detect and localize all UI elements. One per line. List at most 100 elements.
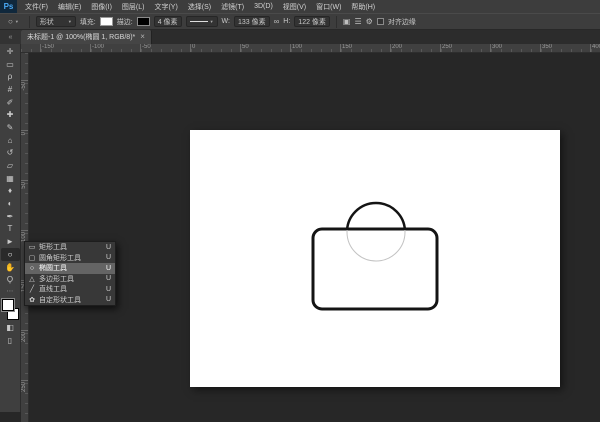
tool-preset-picker[interactable]: ○ ▼ — [4, 16, 23, 27]
clone-stamp-tool[interactable]: ⌂ — [1, 134, 20, 147]
type-tool[interactable]: T — [1, 223, 20, 236]
ruler-number: 50 — [21, 180, 28, 230]
flyout-item-label: 椭圆工具 — [39, 263, 103, 273]
chevron-down-icon: ▼ — [15, 20, 19, 24]
canvas[interactable] — [190, 130, 560, 387]
flyout-menu-item[interactable]: △ 多边形工具 U — [25, 274, 115, 285]
menu-items: 文件(F)编辑(E)图像(I)图层(L)文字(Y)选择(S)滤镜(T)3D(D)… — [20, 0, 380, 13]
stroke-style-picker[interactable]: ▼ — [186, 16, 218, 27]
ruler-number: 250 — [440, 44, 490, 52]
document-tab-title: 未标题-1 @ 100%(椭圆 1, RGB/8)* — [27, 32, 135, 42]
vertical-ruler[interactable]: -50050100150200250 — [21, 53, 29, 422]
menu-item[interactable]: 图像(I) — [86, 0, 117, 13]
toolbar: ✛▭ρ#✐✚✎⌂↺▱▦♦◐✒T►○✋Ϙ ⋯ ◧ ▯ — [0, 44, 21, 412]
ruler-number: 200 — [21, 330, 28, 380]
dodge-tool[interactable]: ◐ — [1, 197, 20, 210]
flyout-menu-item[interactable]: ✿ 自定形状工具 U — [25, 295, 115, 306]
flyout-menu-item[interactable]: ╱ 直线工具 U — [25, 284, 115, 295]
rounded-rect-shape[interactable] — [313, 229, 437, 309]
photoshop-application: { "app": { "logo_text": "Ps", "accent_co… — [0, 0, 600, 422]
shape-width-value: 133 像素 — [238, 17, 266, 27]
menu-item[interactable]: 视图(V) — [278, 0, 311, 13]
link-dimensions-icon[interactable]: ∞ — [274, 18, 280, 26]
canvas-shapes — [190, 130, 560, 387]
eyedropper-tool[interactable]: ✐ — [1, 96, 20, 109]
flyout-item-label: 矩形工具 — [39, 242, 103, 252]
foreground-color-swatch[interactable] — [2, 299, 14, 311]
ruler-number: -50 — [21, 80, 28, 130]
gradient-tool[interactable]: ▦ — [1, 172, 20, 185]
flyout-menu-item[interactable]: ▭ 矩形工具 U — [25, 242, 115, 253]
options-bar: ○ ▼ 形状 ▼ 填充: 描边: 4 像素 ▼ W: 133 像素 ∞ H: 1… — [0, 13, 600, 30]
crop-tool[interactable]: # — [1, 83, 20, 96]
flyout-item-shortcut: U — [106, 244, 111, 251]
flyout-item-shortcut: U — [106, 254, 111, 261]
flyout-item-shortcut: U — [106, 265, 111, 272]
shape-icon: ○ — [28, 265, 36, 272]
ruler-number: 100 — [290, 44, 340, 52]
path-operations-icon[interactable]: ▣ — [343, 18, 351, 26]
ps-logo[interactable]: Ps — [0, 0, 17, 13]
path-selection-tool[interactable]: ► — [1, 235, 20, 248]
flyout-item-shortcut: U — [106, 275, 111, 282]
zoom-tool[interactable]: Ϙ — [1, 273, 20, 286]
screen-mode-icon[interactable]: ▯ — [1, 334, 20, 347]
menu-item[interactable]: 滤镜(T) — [216, 0, 249, 13]
ruler-number: 250 — [21, 380, 28, 422]
flyout-item-label: 圆角矩形工具 — [39, 253, 103, 263]
shape-icon: △ — [28, 275, 36, 283]
gear-icon[interactable]: ⚙ — [366, 18, 373, 26]
flyout-menu-item[interactable]: ○ 椭圆工具 U — [25, 263, 115, 274]
align-edges-checkbox[interactable] — [377, 18, 384, 25]
close-icon[interactable]: × — [140, 33, 145, 41]
menu-item[interactable]: 窗口(W) — [311, 0, 346, 13]
stroke-width-value: 4 像素 — [158, 17, 178, 27]
menu-item[interactable]: 3D(D) — [249, 0, 278, 13]
stroke-color-swatch[interactable] — [137, 17, 150, 26]
menu-item[interactable]: 图层(L) — [117, 0, 150, 13]
chevron-down-icon: ▼ — [68, 20, 72, 24]
shape-width-field[interactable]: 133 像素 — [234, 16, 270, 27]
healing-brush-tool[interactable]: ✚ — [1, 108, 20, 121]
ruler-number: -100 — [90, 44, 140, 52]
flyout-menu-item[interactable]: ▢ 圆角矩形工具 U — [25, 253, 115, 264]
ruler-number: -150 — [40, 44, 90, 52]
history-brush-tool[interactable]: ↺ — [1, 147, 20, 160]
stroke-width-field[interactable]: 4 像素 — [154, 16, 182, 27]
menu-item[interactable]: 帮助(H) — [346, 0, 380, 13]
quick-mask-icon[interactable]: ◧ — [1, 321, 20, 334]
move-tool[interactable]: ✛ — [1, 45, 20, 58]
menu-item[interactable]: 文字(Y) — [149, 0, 182, 13]
fill-label: 填充: — [80, 17, 96, 27]
tool-mode-select[interactable]: 形状 ▼ — [36, 16, 76, 27]
eraser-tool[interactable]: ▱ — [1, 159, 20, 172]
hand-tool[interactable]: ✋ — [1, 261, 20, 274]
chevron-down-icon: ▼ — [210, 20, 214, 24]
brush-tool[interactable]: ✎ — [1, 121, 20, 134]
fill-color-swatch[interactable] — [100, 17, 113, 26]
path-alignment-icon[interactable]: ☰ — [354, 18, 361, 26]
ruler-number: 400 — [590, 44, 600, 52]
lasso-tool[interactable]: ρ — [1, 70, 20, 83]
pen-tool[interactable]: ✒ — [1, 210, 20, 223]
flyout-item-label: 直线工具 — [39, 284, 103, 294]
tool-list: ✛▭ρ#✐✚✎⌂↺▱▦♦◐✒T►○✋Ϙ — [1, 45, 20, 286]
menu-item[interactable]: 编辑(E) — [53, 0, 86, 13]
ruler-number: 200 — [390, 44, 440, 52]
menu-bar: Ps 文件(F)编辑(E)图像(I)图层(L)文字(Y)选择(S)滤镜(T)3D… — [0, 0, 600, 13]
menu-item[interactable]: 选择(S) — [183, 0, 216, 13]
edit-toolbar-icon[interactable]: ⋯ — [1, 286, 20, 296]
menu-item[interactable]: 文件(F) — [20, 0, 53, 13]
shape-icon: ✿ — [28, 296, 36, 304]
width-label: W: — [222, 18, 230, 25]
ruler-number: 150 — [340, 44, 390, 52]
flyout-item-shortcut: U — [106, 296, 111, 303]
marquee-tool[interactable]: ▭ — [1, 58, 20, 71]
stroke-style-preview — [190, 21, 208, 22]
toolbar-collapse-button[interactable]: « — [0, 30, 21, 44]
shape-height-field[interactable]: 122 像素 — [294, 16, 330, 27]
horizontal-ruler[interactable]: -150-100-50050100150200250300350400 — [21, 44, 600, 53]
document-tab[interactable]: 未标题-1 @ 100%(椭圆 1, RGB/8)* × — [21, 30, 152, 44]
shape-tool[interactable]: ○ — [1, 248, 20, 261]
blur-tool[interactable]: ♦ — [1, 185, 20, 198]
